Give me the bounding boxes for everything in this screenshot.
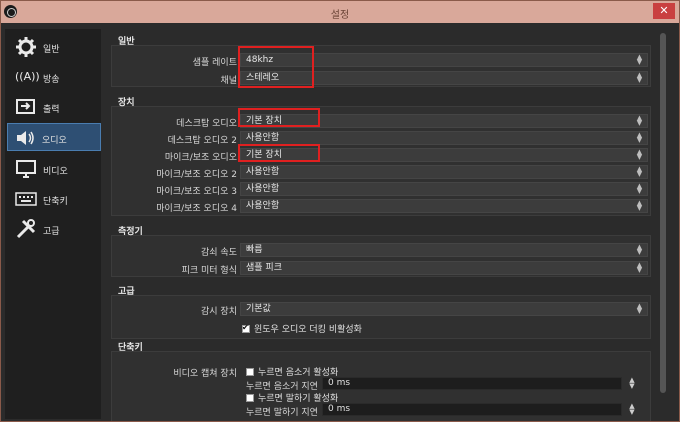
updown-arrow-icon: ▲ ▼ [636,131,643,144]
group-title: 일반 [118,37,135,47]
window-title: 설정 [330,10,350,21]
peak-meter-label: 피크 미터 형식 [181,266,237,276]
updown-arrow-icon: ▲ ▼ [636,53,643,66]
desktop-audio-2-label: 데스크탑 오디오 2 [167,136,237,146]
mic-aux-4-select[interactable]: 사용안함 ▲ ▼ [240,199,648,213]
settings-window: 설정 ✕ 일반 ((A)) 방송 출력 오디오 비디오 단축키 고급 일반 샘플… [0,0,680,422]
settings-content: 일반 샘플 레이트 48khz ▲ ▼ 채널 스테레오 ▲ ▼ 장치 데스크탑 오디… [111,29,656,421]
updown-arrow-icon: ▲ ▼ [636,182,643,195]
sidebar-item-output[interactable]: 출력 [9,93,101,121]
speaker-icon [14,127,36,149]
close-button[interactable]: ✕ [653,3,675,19]
sidebar-item-audio[interactable]: 오디오 [7,123,101,151]
ducking-label: 윈도우 오디오 더킹 비활성화 [254,325,362,335]
general-group: 일반 샘플 레이트 48khz ▲ ▼ 채널 스테레오 ▲ ▼ [111,37,651,87]
updown-arrow-icon: ▲ ▼ [636,302,643,315]
sidebar-item-general[interactable]: 일반 [9,33,101,61]
devices-group: 장치 데스크탑 오디오 기본 장치 ▲ ▼ 데스크탑 오디오 2 사용안함 ▲ ▼ … [111,98,651,216]
advanced-group: 고급 감시 장치 기본값 ▲▼ 윈도우 오디오 더킹 비활성화 [111,287,651,339]
mic-aux-4-label: 마이크/보조 오디오 4 [156,204,237,214]
ptt-talk-delay-label: 누르면 말하기 지연 [246,408,318,418]
mic-aux-2-value: 사용안함 [246,167,280,177]
sidebar-item-label: 고급 [43,227,60,237]
mic-aux-3-select[interactable]: 사용안함 ▲ ▼ [240,182,648,196]
updown-arrow-icon: ▲ ▼ [636,261,643,274]
group-title: 고급 [118,287,135,297]
settings-sidebar: 일반 ((A)) 방송 출력 오디오 비디오 단축키 고급 [5,29,101,419]
vertical-scrollbar[interactable] [658,31,668,417]
highlight-box-sample-channel [238,46,314,88]
mic-aux-label: 마이크/보조 오디오 [164,153,237,163]
mic-aux-2-select[interactable]: 사용안함 ▲ ▼ [240,165,648,179]
desktop-audio-2-value: 사용안함 [246,133,280,143]
meters-group: 측정기 감쇠 속도 빠름 ▲ ▼ 피크 미터 형식 샘플 피크 ▲ ▼ [111,227,651,277]
scroll-thumb[interactable] [660,33,666,393]
highlight-box-mic-aux [238,144,320,162]
mic-aux-2-label: 마이크/보조 오디오 2 [156,170,237,180]
sample-rate-label: 샘플 레이트 [192,58,237,68]
sidebar-item-label: 오디오 [42,136,67,146]
mic-aux-3-label: 마이크/보조 오디오 3 [156,187,237,197]
ptt-mute-delay-input[interactable]: 0 ms [322,377,622,390]
mic-aux-4-value: 사용안함 [246,201,280,211]
hotkeys-group: 단축키 비디오 캡쳐 장치 누르면 음소거 활성화 누르면 음소거 지연 0 m… [111,343,651,421]
highlight-box-desktop-audio [238,108,320,127]
updown-arrow-icon[interactable]: ▲ ▼ [627,377,637,390]
sidebar-item-label: 일반 [43,45,60,55]
sidebar-item-advanced[interactable]: 고급 [9,215,101,243]
ducking-checkbox[interactable]: 윈도우 오디오 더킹 비활성화 [242,322,362,335]
monitoring-device-select[interactable]: 기본값 ▲ ▼ [240,302,648,316]
group-title: 단축키 [118,343,143,353]
decay-rate-label: 감쇠 속도 [201,248,237,258]
mic-aux-3-value: 사용안함 [246,184,280,194]
sidebar-item-label: 출력 [43,105,60,115]
sidebar-item-label: 비디오 [43,167,68,177]
video-capture-label: 비디오 캡쳐 장치 [173,369,237,379]
sidebar-item-stream[interactable]: ((A)) 방송 [9,63,101,91]
updown-arrow-icon: ▲ ▼ [636,243,643,256]
keyboard-icon [15,188,37,210]
broadcast-icon: ((A)) [15,70,40,83]
desktop-audio-label: 데스크탑 오디오 [176,119,237,129]
updown-arrow-icon: ▲ ▼ [636,71,643,84]
sidebar-item-hotkeys[interactable]: 단축키 [9,185,101,213]
monitoring-device-label: 감시 장치 [201,307,237,317]
monitor-icon [15,158,37,180]
updown-arrow-icon: ▲ ▼ [636,165,643,178]
updown-arrow-icon: ▲ ▼ [636,199,643,212]
peak-meter-select[interactable]: 샘플 피크 ▲ ▼ [240,261,648,275]
desktop-audio-2-select[interactable]: 사용안함 ▲ ▼ [240,131,648,145]
checkbox-checked-icon [242,323,250,333]
checkbox-unchecked-icon [246,394,254,402]
gear-icon [15,36,37,58]
decay-rate-value: 빠름 [246,245,263,255]
group-title: 장치 [118,98,135,108]
group-title: 측정기 [118,227,143,237]
tools-icon [15,218,37,240]
title-bar: 설정 ✕ [1,1,679,23]
sidebar-item-video[interactable]: 비디오 [9,155,101,183]
peak-meter-value: 샘플 피크 [246,263,282,273]
ptt-talk-delay-input[interactable]: 0 ms [322,403,622,416]
sidebar-item-label: 단축키 [43,197,68,207]
monitoring-device-value: 기본값 [246,304,271,314]
updown-arrow-icon: ▲ ▼ [636,114,643,127]
sidebar-item-label: 방송 [43,75,60,85]
updown-arrow-icon[interactable]: ▲ ▼ [627,403,637,416]
channel-label: 채널 [220,76,237,86]
decay-rate-select[interactable]: 빠름 ▲ ▼ [240,243,648,257]
updown-arrow-icon: ▲ ▼ [636,148,643,161]
checkbox-unchecked-icon [246,368,254,376]
output-icon [15,96,37,118]
